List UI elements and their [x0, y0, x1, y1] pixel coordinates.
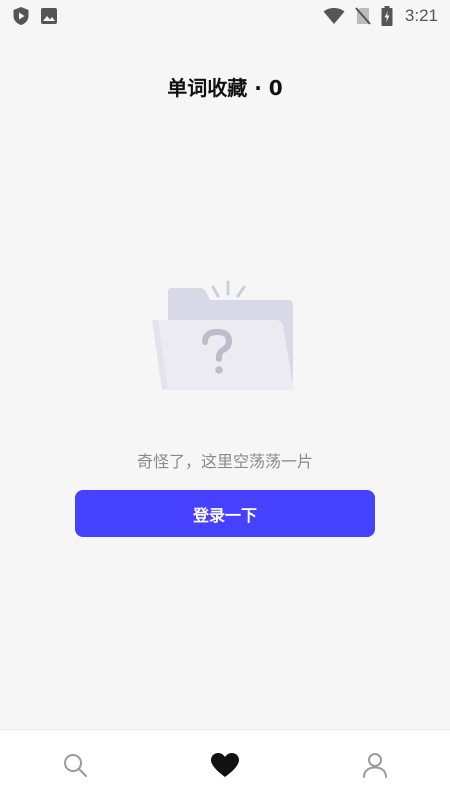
no-sim-icon: [355, 7, 371, 25]
status-bar-right: 3:21: [323, 6, 438, 26]
login-button[interactable]: 登录一下: [75, 490, 375, 537]
image-icon: [40, 7, 58, 25]
wifi-icon: [323, 7, 345, 25]
search-icon: [62, 752, 88, 778]
status-time: 3:21: [404, 6, 438, 25]
nav-item-favorites[interactable]: [175, 737, 275, 793]
status-bar-left: [12, 6, 58, 26]
page-title: 单词收藏 · 0: [167, 76, 283, 100]
nav-item-search[interactable]: [25, 737, 125, 793]
empty-folder-question-icon: [148, 278, 298, 396]
status-bar: 3:21: [0, 0, 450, 32]
heart-icon: [210, 752, 240, 778]
shield-play-icon: [12, 6, 30, 26]
nav-item-profile[interactable]: [325, 737, 425, 793]
bottom-nav: [0, 729, 450, 800]
empty-message: 奇怪了，这里空荡荡一片: [136, 452, 313, 471]
profile-icon: [362, 752, 388, 778]
battery-charging-icon: [381, 6, 393, 26]
